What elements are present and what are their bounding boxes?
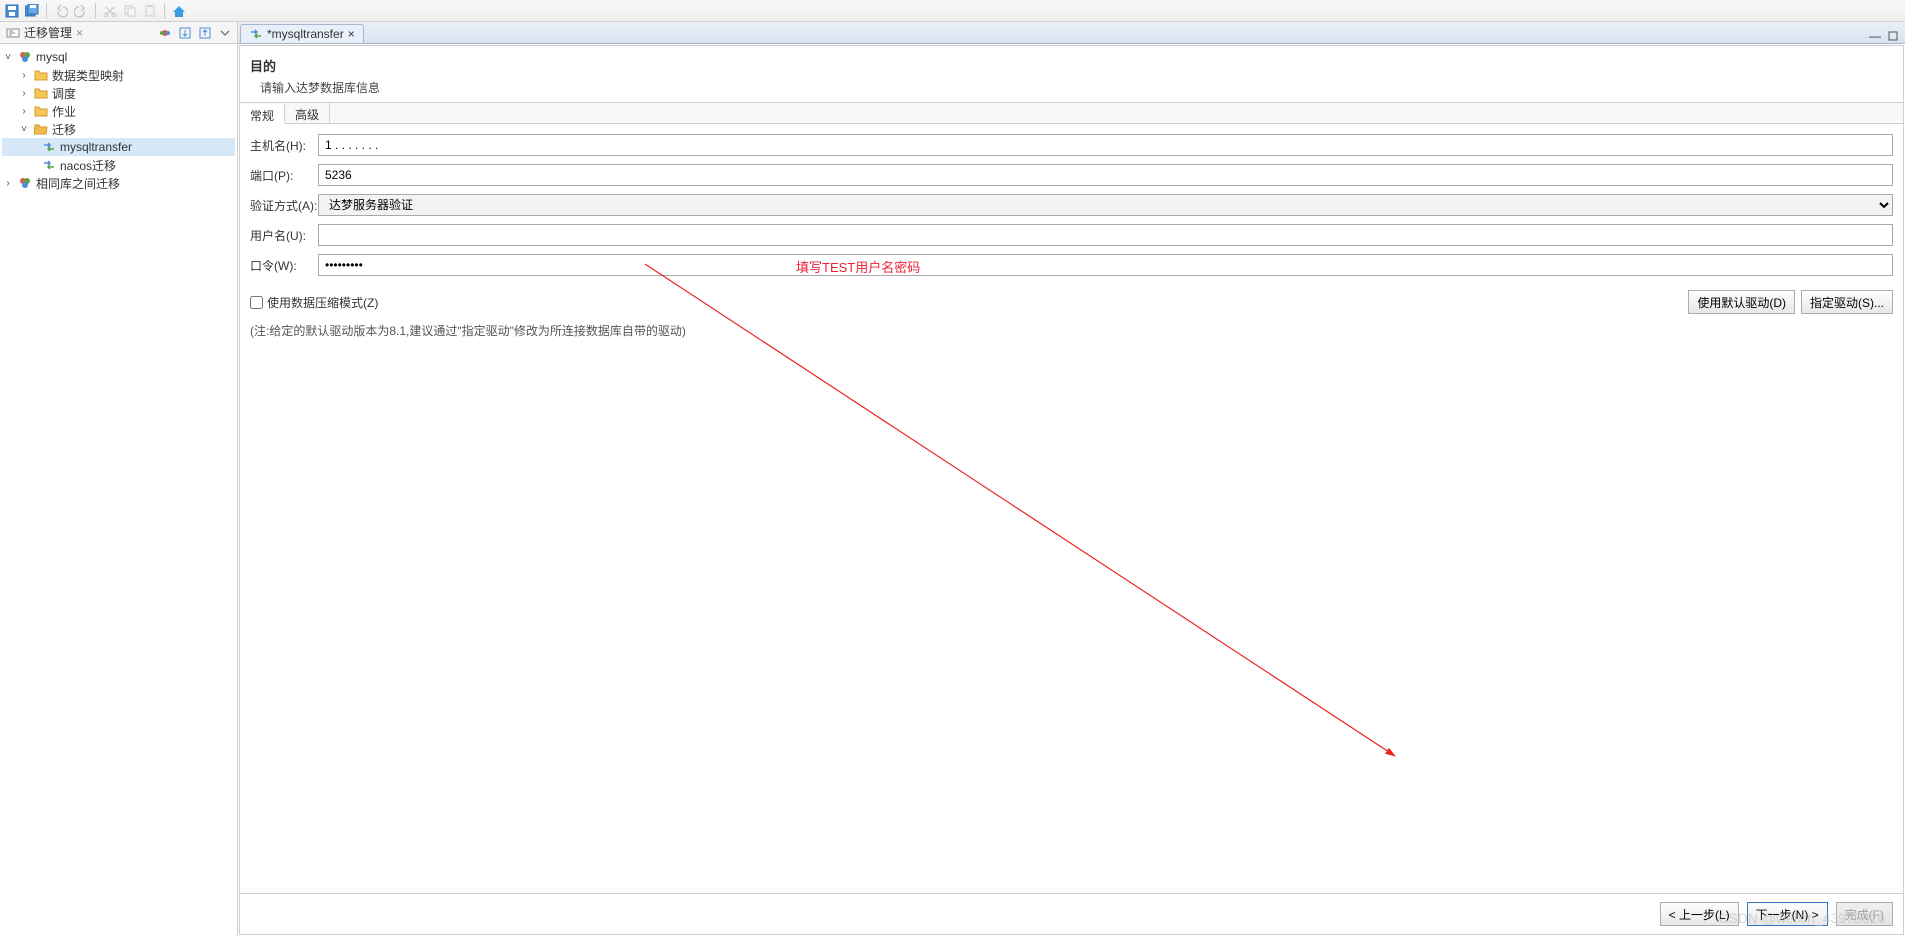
auth-select[interactable]: 达梦服务器验证 (318, 194, 1893, 216)
tree-label: 相同库之间迁移 (36, 175, 120, 192)
db-cluster-icon (18, 176, 32, 190)
paste-icon[interactable] (142, 3, 158, 19)
sidebar: 迁移管理 × ˅ mysql › 数据类型映射 (0, 22, 238, 936)
migration-icon (6, 26, 20, 40)
tree-label: 作业 (52, 103, 76, 120)
redo-icon[interactable] (73, 3, 89, 19)
tree-item-schedule[interactable]: › 调度 (2, 84, 235, 102)
twisty-icon[interactable]: › (2, 178, 14, 189)
top-toolbar (0, 0, 1905, 22)
port-label: 端口(P): (250, 167, 318, 184)
save-icon[interactable] (4, 3, 20, 19)
transfer-icon (42, 140, 56, 154)
saveall-icon[interactable] (24, 3, 40, 19)
sidebar-tab-label: 迁移管理 (24, 24, 72, 41)
auth-label: 验证方式(A): (250, 197, 318, 214)
specify-driver-button[interactable]: 指定驱动(S)... (1801, 290, 1893, 314)
user-input[interactable] (318, 224, 1893, 246)
next-button[interactable]: 下一步(N) > (1747, 902, 1828, 926)
finish-button[interactable]: 完成(F) (1836, 902, 1893, 926)
minimize-icon[interactable]: — (1867, 29, 1883, 43)
tree-label: mysql (36, 50, 67, 64)
folder-icon (34, 86, 48, 100)
transfer-icon (249, 27, 263, 41)
toolbar-separator (164, 3, 165, 19)
editor-tab-mysqltransfer[interactable]: *mysqltransfer × (240, 24, 364, 43)
home-icon[interactable] (171, 3, 187, 19)
tree-label: 调度 (52, 85, 76, 102)
tree-item-migrate[interactable]: ˅ 迁移 (2, 120, 235, 138)
compress-checkbox[interactable]: 使用数据压缩模式(Z) (250, 294, 378, 311)
twisty-icon[interactable]: › (18, 70, 30, 81)
compress-label: 使用数据压缩模式(Z) (267, 294, 378, 311)
wizard-page: 目的 请输入达梦数据库信息 常规 高级 主机名(H): 端口(P): 验证方式(… (239, 45, 1904, 935)
sidebar-tabbar: 迁移管理 × (0, 22, 237, 44)
page-title: 目的 (250, 56, 1893, 75)
tree-item-job[interactable]: › 作业 (2, 102, 235, 120)
menu-icon[interactable] (217, 25, 233, 41)
tab-advanced[interactable]: 高级 (285, 103, 330, 123)
tree-root[interactable]: ˅ mysql (2, 48, 235, 66)
copy-icon[interactable] (122, 3, 138, 19)
driver-note: (注:给定的默认驱动版本为8.1,建议通过"指定驱动"修改为所连接数据库自带的驱… (240, 320, 1903, 341)
twisty-icon[interactable]: ˅ (2, 52, 14, 63)
port-input[interactable] (318, 164, 1893, 186)
tree-item-nacos[interactable]: nacos迁移 (2, 156, 235, 174)
wizard-footer: < 上一步(L) 下一步(N) > 完成(F) (240, 893, 1903, 934)
close-icon[interactable]: × (76, 26, 83, 40)
form-area: 主机名(H): 端口(P): 验证方式(A): 达梦服务器验证 用户名(U): … (240, 124, 1903, 288)
use-default-driver-button[interactable]: 使用默认驱动(D) (1688, 290, 1795, 314)
tree-item-mysqltransfer[interactable]: mysqltransfer (2, 138, 235, 156)
tree-item-samedb[interactable]: › 相同库之间迁移 (2, 174, 235, 192)
collapse-icon[interactable] (177, 25, 193, 41)
folder-open-icon (34, 122, 48, 136)
undo-icon[interactable] (53, 3, 69, 19)
tree-label: 数据类型映射 (52, 67, 124, 84)
db-cluster-icon (18, 50, 32, 64)
editor-area: *mysqltransfer × — 目的 请输入达梦数据库信息 常规 高级 主… (238, 22, 1905, 936)
tree-label: 迁移 (52, 121, 76, 138)
pwd-input[interactable] (318, 254, 1893, 276)
refresh-icon[interactable] (157, 25, 173, 41)
maximize-icon[interactable] (1885, 29, 1901, 43)
editor-tabbar: *mysqltransfer × — (238, 22, 1905, 44)
compress-checkbox-input[interactable] (250, 296, 263, 309)
tab-general[interactable]: 常规 (240, 104, 285, 124)
pwd-label: 口令(W): (250, 257, 318, 274)
tree-label: mysqltransfer (60, 140, 132, 154)
tree-label: nacos迁移 (60, 157, 116, 174)
host-label: 主机名(H): (250, 137, 318, 154)
folder-icon (34, 68, 48, 82)
expand-icon[interactable] (197, 25, 213, 41)
back-button[interactable]: < 上一步(L) (1660, 902, 1739, 926)
toolbar-separator (95, 3, 96, 19)
toolbar-separator (46, 3, 47, 19)
user-label: 用户名(U): (250, 227, 318, 244)
cut-icon[interactable] (102, 3, 118, 19)
tree-item-type-mapping[interactable]: › 数据类型映射 (2, 66, 235, 84)
twisty-icon[interactable]: › (18, 106, 30, 117)
folder-icon (34, 104, 48, 118)
sidebar-tab-migration[interactable]: 迁移管理 × (0, 22, 89, 43)
tree: ˅ mysql › 数据类型映射 › 调度 › 作业 (0, 44, 237, 936)
host-input[interactable] (318, 134, 1893, 156)
twisty-icon[interactable]: › (18, 88, 30, 99)
sub-tabbar: 常规 高级 (240, 102, 1903, 124)
close-icon[interactable]: × (348, 27, 355, 41)
page-subtitle: 请输入达梦数据库信息 (250, 79, 1893, 96)
editor-tab-label: *mysqltransfer (267, 27, 344, 41)
twisty-icon[interactable]: ˅ (18, 124, 30, 135)
page-header: 目的 请输入达梦数据库信息 (240, 46, 1903, 102)
transfer-icon (42, 158, 56, 172)
